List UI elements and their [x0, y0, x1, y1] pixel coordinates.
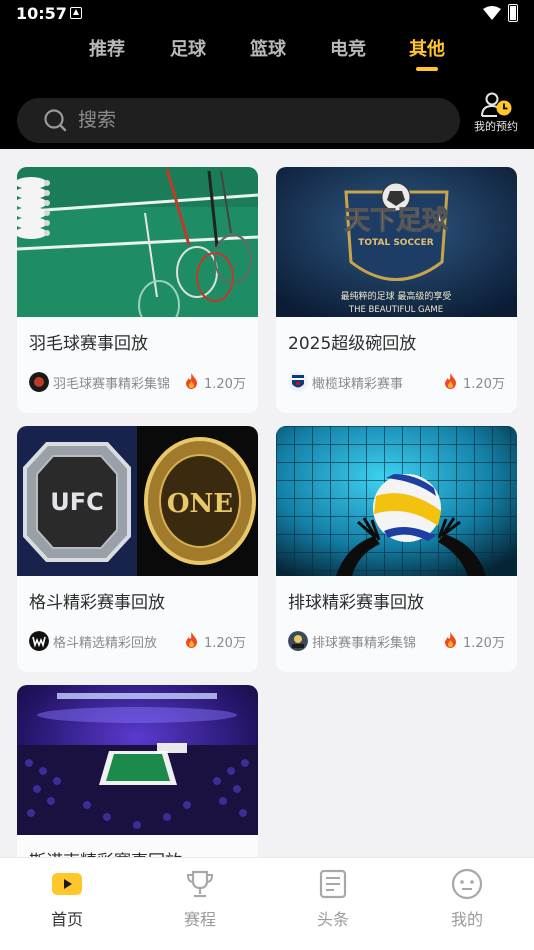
active-tab-indicator: [416, 67, 438, 71]
tab-label: 足球: [170, 39, 206, 60]
logo-tagline: THE BEAUTIFUL GAME: [348, 305, 443, 315]
battery-icon: [508, 4, 518, 22]
tabbar-schedule[interactable]: 赛程: [150, 858, 250, 938]
fire-icon: [445, 373, 456, 389]
status-bar: 10:57: [0, 0, 534, 28]
logo-subtitle: TOTAL SOCCER: [358, 238, 434, 248]
search-placeholder: 搜索: [78, 109, 117, 131]
my-reservations-label: 我的预约: [474, 120, 518, 133]
card-title: 斯诺克精彩赛事回放: [29, 847, 182, 857]
card-title: 羽毛球赛事回放: [29, 334, 148, 354]
card-title: 排球精彩赛事回放: [288, 593, 424, 613]
search-icon: [44, 109, 67, 132]
trophy-icon: [186, 870, 214, 898]
tab-label: 电竞: [330, 39, 366, 60]
channel-name: 格斗精选精彩回放: [53, 636, 158, 651]
tabbar-label: 我的: [450, 910, 483, 929]
tab-label: 其他: [409, 39, 445, 60]
channel-name: 橄榄球精彩赛事: [312, 377, 404, 392]
view-count: 1.20万: [463, 636, 505, 651]
volleyball-image: [276, 426, 517, 576]
tabbar-label: 首页: [50, 910, 83, 929]
wwe-logo-icon: [29, 631, 49, 651]
tab-label: 篮球: [250, 39, 286, 60]
tab-football[interactable]: 足球: [158, 36, 218, 76]
view-count: 1.20万: [463, 377, 505, 392]
tab-esports[interactable]: 电竞: [318, 36, 378, 76]
video-card[interactable]: 羽毛球赛事回放 羽毛球赛事精彩集锦 1.20万: [17, 167, 258, 413]
video-card[interactable]: 排球精彩赛事回放 排球赛事精彩集锦 1.20万: [276, 426, 517, 672]
category-tabs: 推荐 足球 篮球 电竞 其他: [0, 36, 534, 76]
badminton-thumbnail: [17, 167, 258, 317]
tab-label: 推荐: [89, 39, 125, 60]
tabbar-label: 赛程: [183, 910, 216, 929]
channel-avatar: [288, 631, 308, 651]
tabbar-news[interactable]: 头条: [283, 858, 383, 938]
news-icon: [319, 869, 347, 899]
badminton-image: [17, 167, 258, 317]
user-clock-icon: [481, 92, 512, 117]
video-grid: 羽毛球赛事回放 羽毛球赛事精彩集锦 1.20万 天下足球 TOTAL SOCCE…: [0, 149, 534, 857]
search-input[interactable]: 搜索: [17, 98, 460, 143]
video-card[interactable]: UFC ONE 格斗精彩赛事回放 格斗精选精彩回放 1.20万: [17, 426, 258, 672]
tabbar-label: 头条: [316, 910, 349, 929]
fire-icon: [445, 632, 456, 648]
total-soccer-logo-image: 天下足球 TOTAL SOCCER 最纯粹的足球 最高级的享受 THE BEAU…: [276, 167, 517, 317]
fire-icon: [186, 632, 197, 648]
profile-icon: [451, 868, 483, 900]
channel-avatar: [29, 372, 49, 392]
top-header: 10:57 推荐 足球 篮球 电竞 其他 搜索 我的预约: [0, 0, 534, 149]
video-card[interactable]: 斯诺克精彩赛事回放: [17, 685, 258, 857]
tabbar-home[interactable]: 首页: [17, 858, 117, 938]
view-count: 1.20万: [204, 377, 246, 392]
tabbar-profile[interactable]: 我的: [417, 858, 517, 938]
total-soccer-thumbnail: 天下足球 TOTAL SOCCER 最纯粹的足球 最高级的享受 THE BEAU…: [276, 167, 517, 317]
channel-name: 羽毛球赛事精彩集锦: [53, 377, 171, 392]
ufc-one-belts-image: UFC ONE: [17, 426, 258, 576]
volleyball-thumbnail: [276, 426, 517, 576]
nfl-logo-icon: [288, 372, 308, 392]
video-card[interactable]: 天下足球 TOTAL SOCCER 最纯粹的足球 最高级的享受 THE BEAU…: [276, 167, 517, 413]
wifi-icon: [483, 6, 501, 20]
play-icon: [52, 873, 82, 895]
bottom-tab-bar: 首页 赛程 头条 我的: [0, 857, 534, 950]
tab-other[interactable]: 其他: [397, 36, 457, 76]
belt-left-text: UFC: [50, 488, 104, 516]
view-count: 1.20万: [204, 636, 246, 651]
channel-name: 排球赛事精彩集锦: [312, 636, 417, 651]
card-title: 格斗精彩赛事回放: [29, 593, 165, 613]
notification-icon: [70, 7, 82, 19]
logo-title: 天下足球: [344, 206, 449, 236]
belt-right-text: ONE: [167, 489, 233, 519]
snooker-thumbnail: [17, 685, 258, 835]
logo-slogan: 最纯粹的足球 最高级的享受: [341, 290, 452, 302]
status-time: 10:57: [16, 4, 67, 23]
my-reservations-button[interactable]: 我的预约: [468, 90, 524, 142]
fighting-thumbnail: UFC ONE: [17, 426, 258, 576]
card-title: 2025超级碗回放: [288, 334, 417, 354]
fire-icon: [186, 373, 197, 389]
snooker-arena-image: [17, 685, 258, 835]
tab-recommend[interactable]: 推荐: [77, 36, 137, 76]
tab-basketball[interactable]: 篮球: [238, 36, 298, 76]
